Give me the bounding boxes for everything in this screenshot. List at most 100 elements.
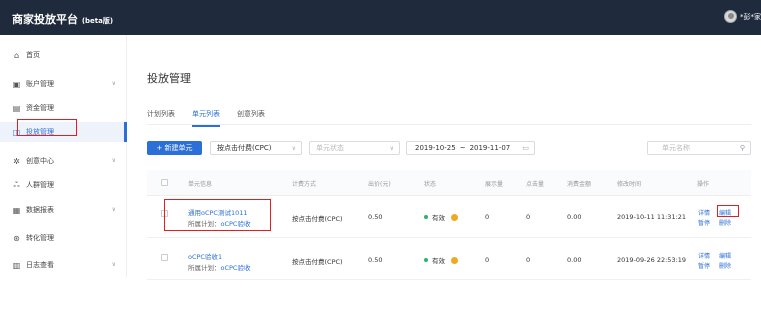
page-title: 投放管理 bbox=[147, 72, 191, 85]
sidebar-item-label: 人群管理 bbox=[26, 181, 54, 189]
col-clicks: 点击量 bbox=[526, 181, 545, 188]
status-badge: 有效 bbox=[424, 255, 458, 265]
unit-name-search[interactable]: 单元名称 ⚲ bbox=[647, 141, 751, 155]
highlight-box-unit-info bbox=[164, 199, 271, 231]
delete-link[interactable]: 删除 bbox=[719, 218, 731, 227]
status-badge: 有效 bbox=[424, 212, 458, 222]
sidebar-item-1[interactable]: ▣ 账户管理 ∨ bbox=[0, 74, 126, 94]
status-select[interactable]: 单元状态 ∨ bbox=[309, 141, 400, 155]
sidebar-item-label: 资金管理 bbox=[26, 104, 54, 112]
warning-icon[interactable] bbox=[451, 256, 458, 264]
chevron-down-icon: ∨ bbox=[111, 80, 116, 87]
col-status: 状态 bbox=[424, 181, 437, 188]
chevron-down-icon: ∨ bbox=[111, 261, 116, 268]
plan-link[interactable]: oCPC验收 bbox=[221, 264, 251, 272]
sidebar-item-label: 创意中心 bbox=[26, 157, 54, 165]
status-text: 有效 bbox=[432, 257, 445, 265]
audience-icon: ஃ bbox=[13, 180, 20, 189]
sidebar-item-label: 账户管理 bbox=[26, 80, 54, 88]
pause-link[interactable]: 暂停 bbox=[698, 261, 710, 270]
sidebar-item-5[interactable]: ஃ 人群管理 bbox=[0, 175, 126, 195]
plan-prefix: 所属计划： bbox=[188, 264, 221, 272]
billing-select[interactable]: 按点击付费(CPC) ∨ bbox=[210, 141, 302, 155]
unit-plan: 所属计划：oCPC验收 bbox=[188, 262, 250, 272]
beta-badge: (beta版) bbox=[81, 17, 114, 25]
chevron-down-icon: ∨ bbox=[291, 145, 296, 152]
table-row: oCPC验收1 所属计划：oCPC验收 按点击付费(CPC) 0.50 有效 0… bbox=[147, 238, 751, 280]
delete-link[interactable]: 删除 bbox=[719, 261, 731, 270]
tab-divider bbox=[147, 124, 751, 125]
highlight-box-sidebar bbox=[17, 119, 77, 136]
bid-value: 0.50 bbox=[368, 213, 383, 221]
select-all-checkbox[interactable] bbox=[161, 179, 168, 186]
billing-value: 按点击付费(CPC) bbox=[292, 258, 343, 266]
status-text: 有效 bbox=[432, 214, 445, 222]
cost-value: 0.00 bbox=[567, 213, 582, 221]
calendar-icon: ▭ bbox=[522, 144, 529, 152]
chevron-down-icon: ∨ bbox=[111, 157, 116, 164]
col-billing: 计费方式 bbox=[292, 181, 317, 188]
account-icon: ▣ bbox=[12, 79, 21, 89]
col-actions: 操作 bbox=[697, 181, 710, 188]
home-icon: ⌂ bbox=[13, 50, 20, 60]
sidebar-item-label: 首页 bbox=[26, 51, 40, 59]
bid-value: 0.50 bbox=[368, 256, 383, 264]
col-modified: 修改时间 bbox=[617, 181, 642, 188]
status-dot-icon bbox=[424, 258, 428, 262]
unit-name-link[interactable]: oCPC验收1 bbox=[188, 251, 222, 261]
warning-icon[interactable] bbox=[451, 213, 458, 221]
user-name[interactable]: *彭*家 bbox=[740, 12, 761, 22]
highlight-box-edit-action bbox=[717, 205, 739, 217]
detail-link[interactable]: 详情 bbox=[698, 208, 710, 217]
col-impressions: 展示量 bbox=[485, 181, 504, 188]
chevron-down-icon: ∨ bbox=[389, 145, 394, 152]
avatar[interactable] bbox=[724, 10, 737, 23]
top-bar: 商家投放平台 (beta版) *彭*家 bbox=[0, 0, 761, 35]
billing-value: 按点击付费(CPC) bbox=[292, 215, 343, 223]
pause-link[interactable]: 暂停 bbox=[698, 218, 710, 227]
modified-time: 2019-09-26 22:53:19 bbox=[617, 256, 687, 264]
date-from: 2019-10-25 bbox=[415, 144, 456, 152]
sidebar-item-label: 数据报表 bbox=[26, 206, 54, 214]
date-to: 2019-11-07 bbox=[469, 144, 511, 152]
sidebar-item-label: 日志查看 bbox=[26, 261, 54, 269]
user-menu[interactable]: *彭*家 bbox=[724, 10, 761, 23]
search-icon: ⚲ bbox=[739, 144, 745, 152]
report-icon: ▦ bbox=[12, 205, 21, 215]
date-separator: ~ bbox=[459, 144, 466, 152]
sidebar-item-6[interactable]: ▦ 数据报表 ∨ bbox=[0, 200, 126, 220]
table-header: 单元信息 计费方式 出价(元) 状态 展示量 点击量 消费金额 修改时间 操作 bbox=[147, 170, 751, 196]
impressions-value: 0 bbox=[485, 213, 490, 221]
log-icon: ▥ bbox=[12, 260, 21, 270]
sidebar-item-0[interactable]: ⌂ 首页 bbox=[0, 45, 126, 65]
clicks-value: 0 bbox=[526, 213, 531, 221]
modified-time: 2019-10-11 11:31:21 bbox=[617, 213, 687, 221]
sidebar-item-label: 转化管理 bbox=[26, 234, 54, 242]
status-select-placeholder: 单元状态 bbox=[316, 144, 344, 152]
conversion-icon: ⊛ bbox=[13, 233, 20, 243]
impressions-value: 0 bbox=[485, 256, 490, 264]
funds-icon: ▤ bbox=[12, 103, 21, 113]
sidebar-item-8[interactable]: ▥ 日志查看 ∨ bbox=[0, 255, 126, 275]
col-unit-info: 单元信息 bbox=[188, 181, 213, 188]
new-unit-button[interactable]: + 新建单元 bbox=[147, 141, 202, 155]
date-range-picker[interactable]: 2019-10-25 ~ 2019-11-07 ▭ bbox=[406, 141, 535, 155]
clicks-value: 0 bbox=[526, 256, 531, 264]
sidebar-item-7[interactable]: ⊛ 转化管理 bbox=[0, 228, 126, 248]
row-checkbox[interactable] bbox=[161, 254, 168, 261]
col-cost: 消费金额 bbox=[567, 181, 592, 188]
chevron-down-icon: ∨ bbox=[111, 206, 116, 213]
creative-icon: ✲ bbox=[13, 156, 20, 166]
sidebar-item-4[interactable]: ✲ 创意中心 ∨ bbox=[0, 151, 126, 171]
billing-select-value: 按点击付费(CPC) bbox=[217, 144, 272, 152]
brand-name: 商家投放平台 bbox=[12, 13, 78, 26]
sidebar-item-2[interactable]: ▤ 资金管理 bbox=[0, 98, 126, 118]
col-bid: 出价(元) bbox=[368, 181, 391, 188]
status-dot-icon bbox=[424, 215, 428, 219]
app-title: 商家投放平台 (beta版) bbox=[12, 11, 113, 27]
cost-value: 0.00 bbox=[567, 256, 582, 264]
sidebar: ⌂ 首页 ▣ 账户管理 ∨ ▤ 资金管理 ◫ 投放管理 ✲ 创意中心 ∨ ஃ 人群管理 ▦ 数据报表 ∨ ⊛ 转化管… bbox=[0, 35, 127, 277]
search-placeholder: 单元名称 bbox=[662, 144, 690, 152]
edit-link[interactable]: 编辑 bbox=[719, 251, 731, 260]
detail-link[interactable]: 详情 bbox=[698, 251, 710, 260]
